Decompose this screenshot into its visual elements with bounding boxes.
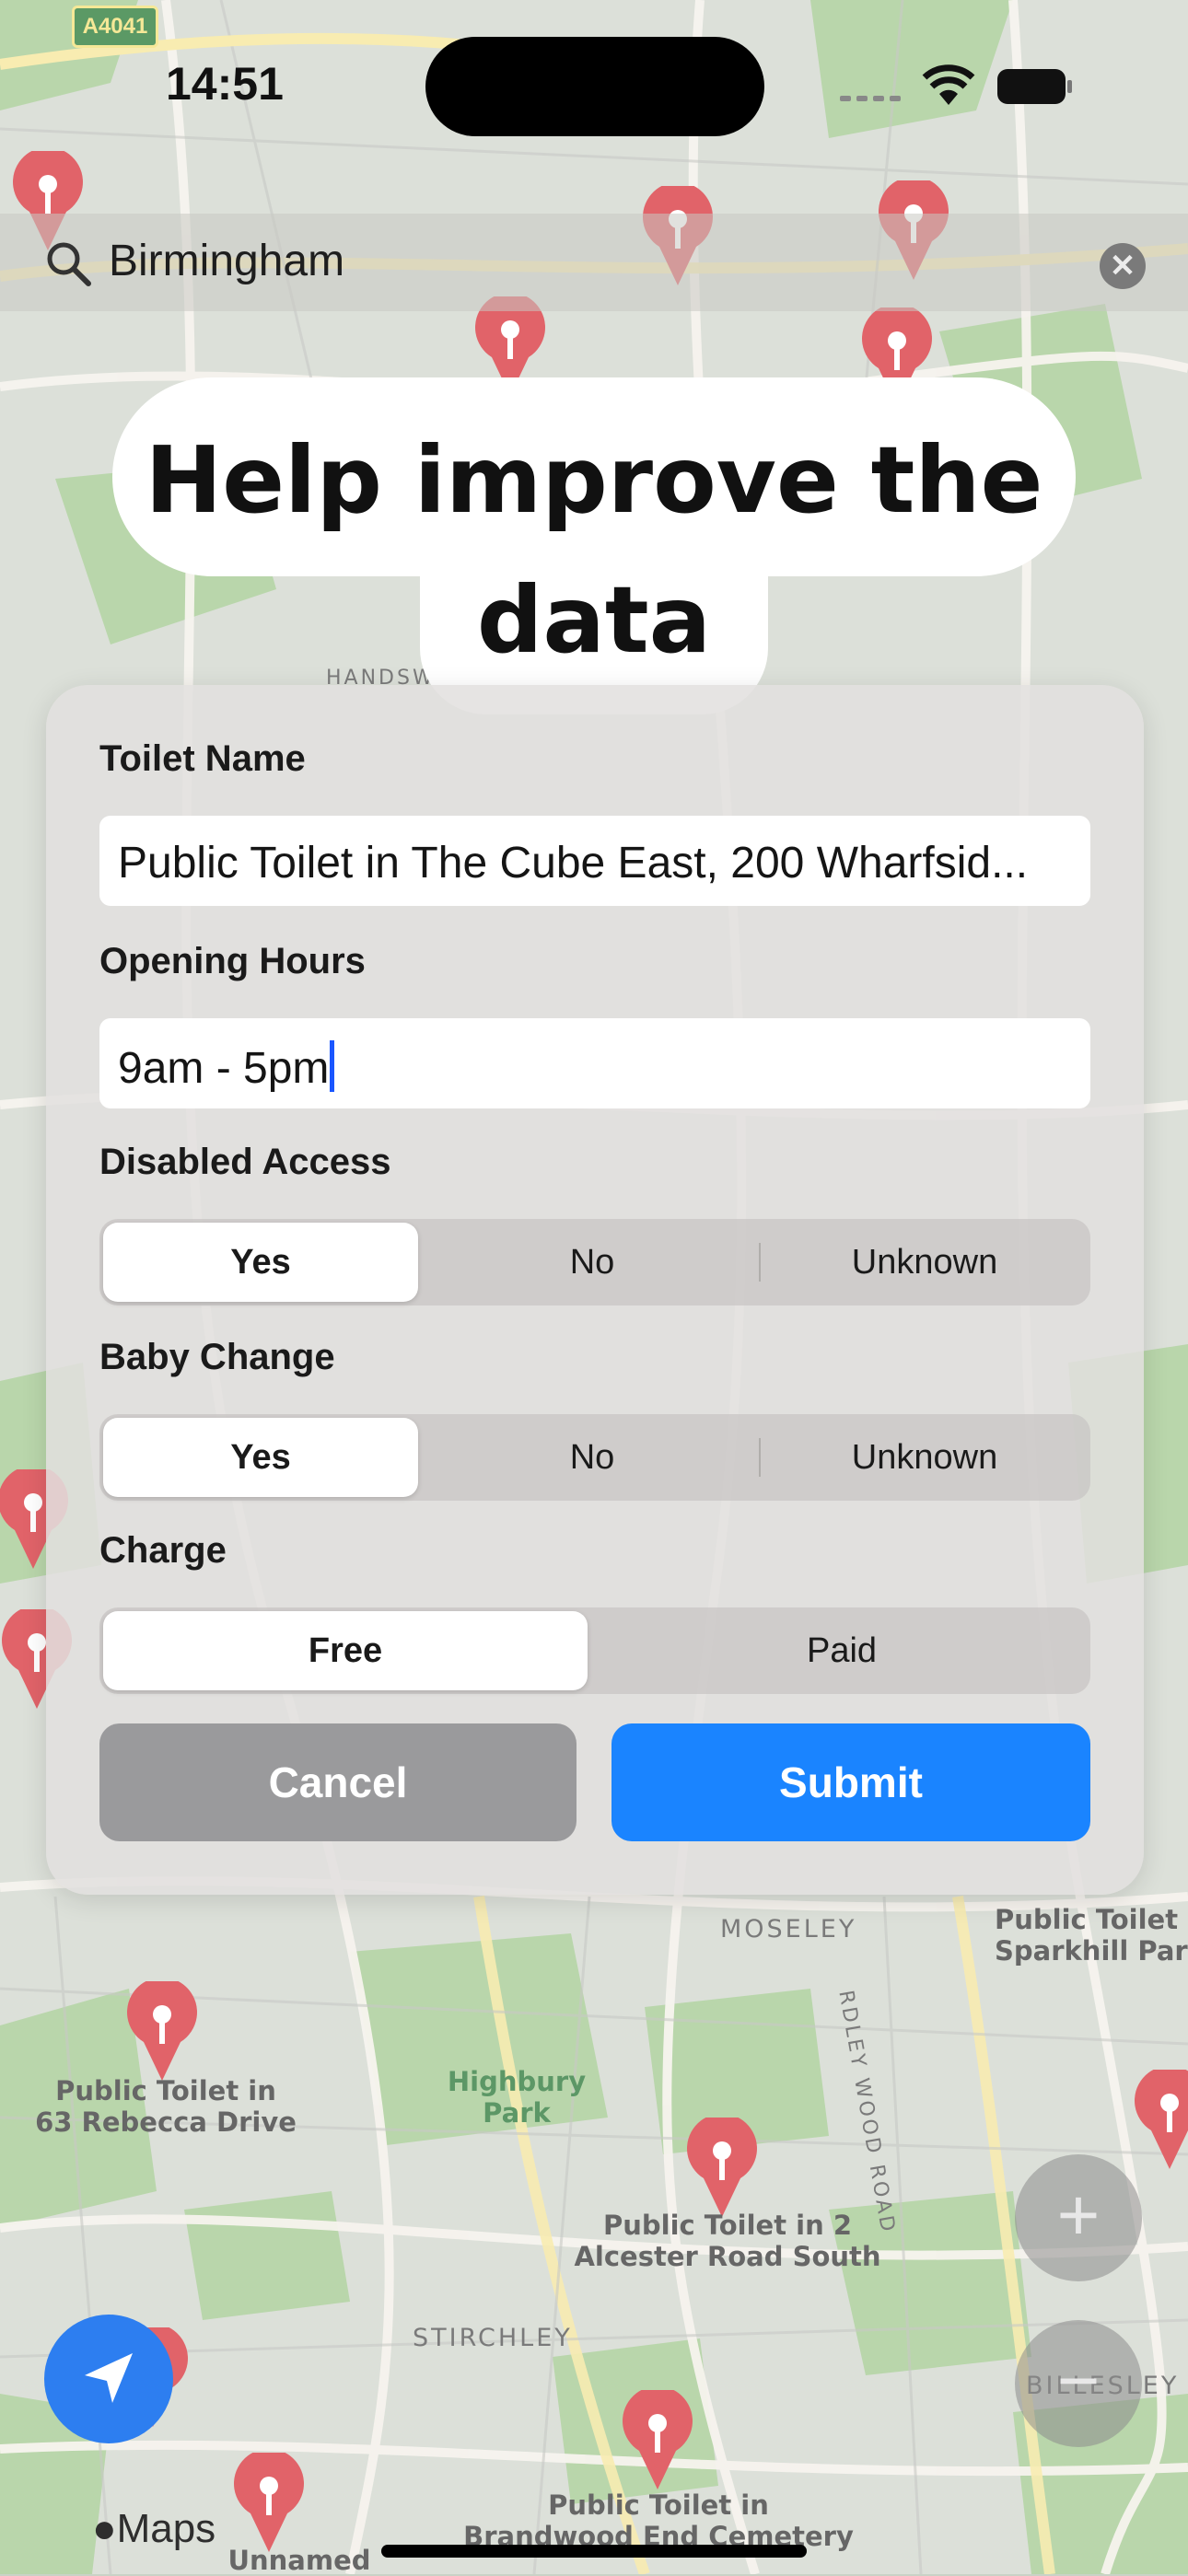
baby-change-unknown[interactable]: Unknown bbox=[763, 1418, 1087, 1497]
baby-change-yes[interactable]: Yes bbox=[103, 1418, 418, 1497]
baby-change-no[interactable]: No bbox=[429, 1418, 755, 1497]
apple-logo-icon: ● bbox=[92, 2506, 117, 2551]
charge-segmented-control[interactable]: Free Paid bbox=[99, 1607, 1090, 1694]
disabled-access-label: Disabled Access bbox=[99, 1142, 391, 1182]
charge-paid[interactable]: Paid bbox=[597, 1611, 1087, 1690]
opening-hours-field[interactable]: 9am - 5pm bbox=[99, 1018, 1090, 1108]
opening-hours-label: Opening Hours bbox=[99, 941, 366, 981]
opening-hours-value-wrap: 9am - 5pm bbox=[118, 1040, 1076, 1094]
wifi-icon bbox=[922, 64, 975, 105]
segment-divider bbox=[759, 1438, 761, 1477]
page-title: Help improve the data bbox=[112, 411, 1076, 690]
zoom-in-button[interactable]: + bbox=[1015, 2154, 1142, 2281]
home-indicator[interactable] bbox=[381, 2545, 807, 2558]
baby-change-segmented-control[interactable]: Yes No Unknown bbox=[99, 1414, 1090, 1501]
locate-me-button[interactable] bbox=[44, 2315, 173, 2443]
disabled-access-segmented-control[interactable]: Yes No Unknown bbox=[99, 1219, 1090, 1305]
toilet-name-field[interactable]: Public Toilet in The Cube East, 200 Whar… bbox=[99, 816, 1090, 906]
page-title-line2: data bbox=[476, 566, 712, 674]
submit-button[interactable]: Submit bbox=[611, 1723, 1090, 1841]
zoom-out-button[interactable]: − bbox=[1015, 2320, 1142, 2447]
search-input[interactable]: Birmingham bbox=[109, 236, 344, 286]
baby-change-label: Baby Change bbox=[99, 1337, 335, 1377]
dynamic-island bbox=[425, 37, 764, 136]
page-title-line1: Help improve the bbox=[145, 426, 1043, 534]
apple-maps-logo: ●Maps bbox=[92, 2506, 215, 2552]
disabled-access-no[interactable]: No bbox=[429, 1223, 755, 1302]
segment-divider bbox=[759, 1243, 761, 1282]
battery-icon bbox=[997, 69, 1072, 104]
charge-label: Charge bbox=[99, 1530, 227, 1571]
cellular-icon bbox=[840, 96, 901, 101]
search-bar[interactable]: Birmingham bbox=[0, 214, 1188, 311]
maps-logo-text: Maps bbox=[116, 2506, 216, 2551]
location-arrow-icon bbox=[85, 2353, 133, 2403]
toilet-name-label: Toilet Name bbox=[99, 738, 306, 779]
disabled-access-yes[interactable]: Yes bbox=[103, 1223, 418, 1302]
opening-hours-value: 9am - 5pm bbox=[118, 1044, 330, 1093]
disabled-access-unknown[interactable]: Unknown bbox=[763, 1223, 1087, 1302]
cancel-button[interactable]: Cancel bbox=[99, 1723, 577, 1841]
toilet-name-value: Public Toilet in The Cube East, 200 Whar… bbox=[118, 839, 1029, 888]
text-caret bbox=[330, 1040, 335, 1092]
status-time: 14:51 bbox=[166, 58, 284, 110]
search-icon bbox=[47, 242, 91, 286]
clear-search-button[interactable]: ✕ bbox=[1100, 243, 1146, 289]
charge-free[interactable]: Free bbox=[103, 1611, 588, 1690]
